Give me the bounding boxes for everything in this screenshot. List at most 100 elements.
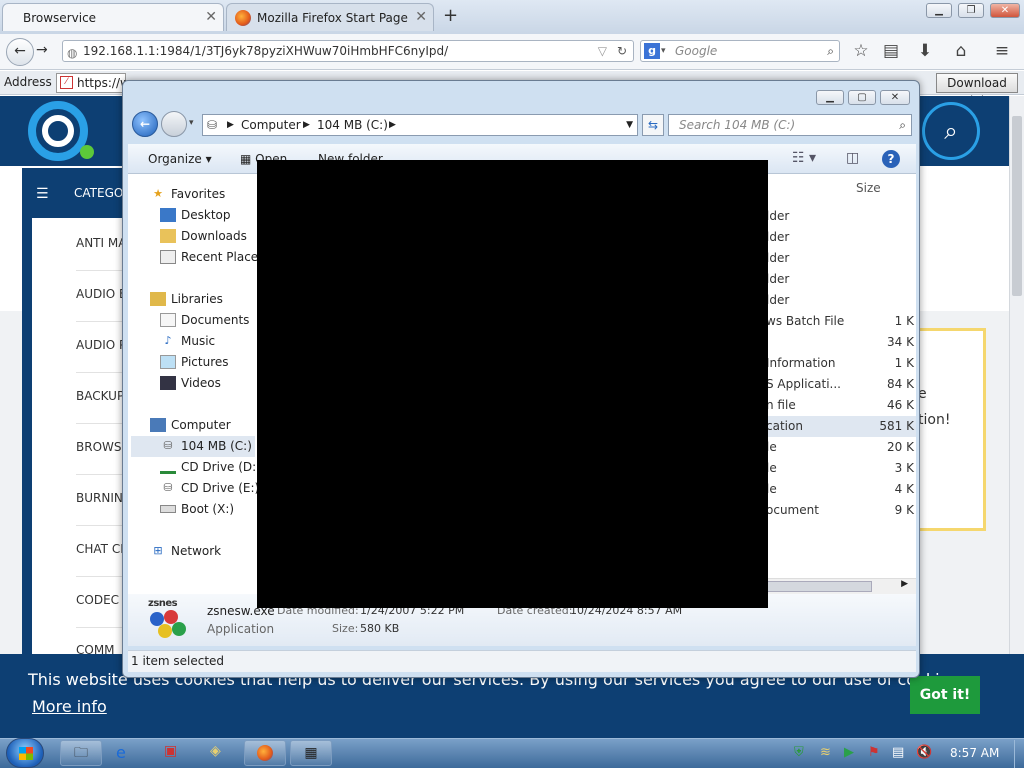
tab-firefox-start[interactable]: Mozilla Firefox Start Page ✕ xyxy=(226,3,434,31)
taskbar-folder-icon[interactable]: ◈ xyxy=(210,743,221,759)
promo-box xyxy=(916,328,986,531)
address-dropdown-icon[interactable]: ▼ xyxy=(626,115,633,135)
url-input[interactable]: ◍ 192.168.1.1:1984/1/3TJ6yk78pyziXHWuw70… xyxy=(62,40,634,62)
taskbar-app-icon[interactable]: ▣ xyxy=(164,743,177,759)
search-icon[interactable]: ⌕ xyxy=(827,41,834,61)
category-item[interactable]: AUDIO E xyxy=(76,287,127,301)
dialog-minimize-button[interactable]: ▁ xyxy=(816,90,844,105)
category-item[interactable]: ANTI MA xyxy=(76,236,126,250)
tray-stack-icon[interactable]: ≋ xyxy=(820,745,831,760)
breadcrumb-separator-icon[interactable]: ▶ xyxy=(227,115,234,135)
download-button[interactable]: Download (1) xyxy=(936,73,1018,108)
globe-icon: ◍ xyxy=(67,46,78,60)
reload-icon[interactable]: ↻ xyxy=(617,41,627,61)
downloads-icon[interactable]: ⬇ xyxy=(914,40,936,62)
taskbar-ie-icon[interactable]: e xyxy=(116,743,126,762)
documents-icon xyxy=(160,313,176,327)
category-item[interactable]: CODEC xyxy=(76,593,119,607)
nav-computer[interactable]: Computer xyxy=(150,418,231,432)
category-item[interactable]: BROWS xyxy=(76,440,122,454)
dialog-forward-button[interactable] xyxy=(161,111,187,137)
dialog-address-bar[interactable]: ⛁ ▶ Computer ▶ 104 MB (C:) ▶ ▼ xyxy=(202,114,638,136)
preview-pane-icon[interactable]: ◫ xyxy=(846,150,859,166)
nav-network[interactable]: ⊞ Network xyxy=(150,544,221,558)
breadcrumb-drive[interactable]: 104 MB (C:) xyxy=(317,115,388,135)
tray-network-icon[interactable]: ▤ xyxy=(892,745,904,760)
nav-recent-places[interactable]: Recent Places xyxy=(160,250,264,264)
category-item[interactable]: AUDIO P xyxy=(76,338,126,352)
search-engine-dropdown-icon[interactable]: ▾ xyxy=(661,41,666,61)
site-search-icon[interactable]: ⌕ xyxy=(922,102,980,160)
site-logo[interactable] xyxy=(28,101,88,161)
breadcrumb-computer[interactable]: Computer xyxy=(241,115,301,135)
taskbar-window-icon[interactable]: ▦ xyxy=(290,740,332,766)
help-icon[interactable]: ? xyxy=(882,150,900,168)
tab-browservice[interactable]: Browservice ✕ xyxy=(2,3,224,31)
nav-drive-e[interactable]: ⛁ CD Drive (E:) xyxy=(160,481,259,495)
nav-libraries[interactable]: Libraries xyxy=(150,292,223,306)
hamburger-icon[interactable]: ☰ xyxy=(36,186,49,202)
details-size-label: Size: xyxy=(332,622,359,635)
taskbar-explorer-icon[interactable]: 🗀 xyxy=(60,740,102,766)
category-item[interactable]: CHAT CL xyxy=(76,542,127,556)
taskbar-firefox-icon[interactable] xyxy=(244,740,286,766)
bookmarks-menu-icon[interactable]: ▤ xyxy=(880,40,902,62)
close-tab-icon[interactable]: ✕ xyxy=(415,9,427,25)
scroll-right-icon[interactable]: ▶ xyxy=(901,579,908,589)
minimize-button[interactable]: ▁ xyxy=(926,3,952,18)
nav-downloads[interactable]: Downloads xyxy=(160,229,247,243)
back-button[interactable]: ← xyxy=(6,38,34,66)
tray-flag-icon[interactable]: ⚑ xyxy=(868,745,880,760)
taskbar-clock[interactable]: 8:57 AM xyxy=(950,746,999,760)
tray-play-icon[interactable]: ▶ xyxy=(844,745,854,760)
refresh-icon[interactable]: ⇆ xyxy=(642,114,664,136)
dialog-back-button[interactable]: ← xyxy=(132,111,158,137)
search-input[interactable]: g ▾ Google ⌕ xyxy=(640,40,840,62)
start-button[interactable] xyxy=(6,738,44,768)
got-it-button[interactable]: Got it! xyxy=(910,676,980,714)
nav-drive-c[interactable]: ⛁ 104 MB (C:) xyxy=(160,439,252,453)
details-kind: Application xyxy=(207,622,275,636)
view-options-icon[interactable]: ☷ ▾ xyxy=(792,150,816,166)
forward-button[interactable]: → xyxy=(36,42,48,58)
column-header-size[interactable]: Size xyxy=(856,181,881,195)
address-input[interactable]: ⁄ https://w xyxy=(56,73,130,93)
page-scrollbar[interactable] xyxy=(1009,96,1024,738)
category-item[interactable]: BACKUP xyxy=(76,389,124,403)
recent-pages-dropdown-icon[interactable]: ▾ xyxy=(189,118,194,128)
breadcrumb-separator-icon[interactable]: ▶ xyxy=(303,115,310,135)
nav-documents[interactable]: Documents xyxy=(160,313,249,327)
nav-pictures[interactable]: Pictures xyxy=(160,355,229,369)
desktop-icon xyxy=(160,208,176,222)
search-icon[interactable]: ⌕ xyxy=(899,115,906,135)
category-item[interactable]: BURNIN xyxy=(76,491,123,505)
close-window-button[interactable]: ✕ xyxy=(990,3,1020,18)
bookmark-star-icon[interactable]: ☆ xyxy=(850,40,872,62)
restore-button[interactable]: ❐ xyxy=(958,3,984,18)
organize-button[interactable]: Organize ▾ xyxy=(148,152,212,166)
show-desktop-button[interactable] xyxy=(1014,740,1024,768)
nav-videos[interactable]: Videos xyxy=(160,376,221,390)
nav-desktop[interactable]: Desktop xyxy=(160,208,231,222)
dropdown-icon[interactable]: ▽ xyxy=(598,41,607,61)
close-tab-icon[interactable]: ✕ xyxy=(205,9,217,25)
nav-label: Desktop xyxy=(181,208,231,222)
google-icon[interactable]: g xyxy=(644,43,660,59)
nav-drive-d[interactable]: CD Drive (D:) J xyxy=(160,460,268,474)
menu-icon[interactable]: ≡ xyxy=(991,40,1013,62)
nav-boot[interactable]: Boot (X:) xyxy=(160,502,234,516)
nav-favorites[interactable]: ★ Favorites xyxy=(150,187,225,201)
dialog-maximize-button[interactable]: ▢ xyxy=(848,90,876,105)
breadcrumb-separator-icon[interactable]: ▶ xyxy=(389,115,396,135)
tray-security-icon[interactable]: ⛨ xyxy=(794,745,804,760)
scrollbar-thumb[interactable] xyxy=(1012,116,1022,296)
tray-volume-icon[interactable]: 🔇 xyxy=(916,745,932,760)
home-icon[interactable]: ⌂ xyxy=(950,40,972,62)
dialog-search-input[interactable]: Search 104 MB (C:) ⌕ xyxy=(668,114,912,136)
more-info-link[interactable]: More info xyxy=(32,697,107,716)
cd-drive-icon xyxy=(160,460,176,474)
nav-music[interactable]: ♪ Music xyxy=(160,334,215,348)
new-tab-button[interactable]: + xyxy=(443,5,458,26)
star-icon: ★ xyxy=(153,187,163,200)
dialog-close-button[interactable]: ✕ xyxy=(880,90,910,105)
